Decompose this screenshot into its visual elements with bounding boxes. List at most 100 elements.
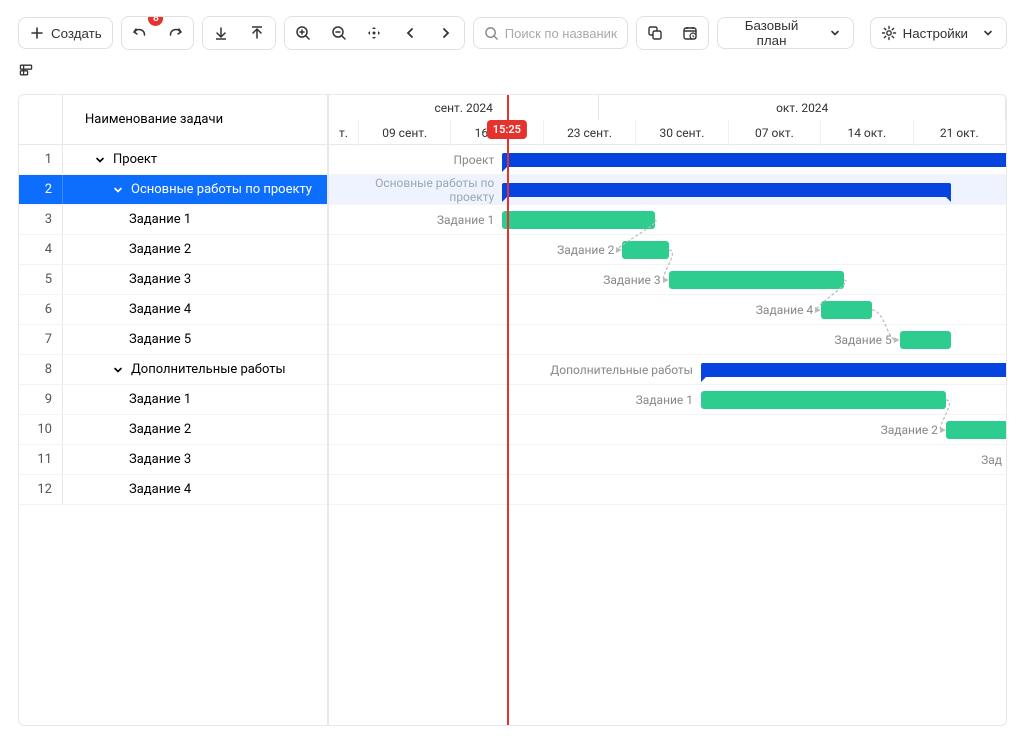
bar-label: Задание 2: [557, 243, 614, 257]
summary-bar[interactable]: [701, 363, 1006, 377]
calendar-icon: [682, 25, 698, 41]
outdent-button[interactable]: [203, 17, 239, 49]
task-name-cell[interactable]: Задание 3: [63, 445, 327, 474]
day-cell: 23 сент.: [544, 120, 636, 145]
fit-button[interactable]: [356, 17, 392, 49]
task-row[interactable]: 5Задание 3: [19, 265, 327, 295]
day-cell: 07 окт.: [729, 120, 821, 145]
expand-toggle[interactable]: [111, 183, 125, 197]
task-bar[interactable]: [622, 241, 668, 259]
calendar-button[interactable]: [673, 17, 709, 49]
next-button[interactable]: [428, 17, 464, 49]
timeline-row[interactable]: Задание 2: [329, 415, 1006, 445]
task-bar[interactable]: [946, 421, 1006, 439]
gear-icon: [881, 25, 897, 41]
task-label: Проект: [113, 152, 157, 167]
redo-button[interactable]: [157, 17, 193, 49]
task-row[interactable]: 9Задание 1: [19, 385, 327, 415]
task-row[interactable]: 7Задание 5: [19, 325, 327, 355]
indent-button[interactable]: [239, 17, 275, 49]
task-name-cell[interactable]: Задание 1: [63, 385, 327, 414]
task-name-cell[interactable]: Задание 3: [63, 265, 327, 294]
timeline-row[interactable]: Задание 4: [329, 475, 1006, 505]
toolbar: Создать 8: [0, 0, 1025, 58]
layers-icon[interactable]: [18, 62, 34, 78]
bar-label: Задание 4: [756, 303, 813, 317]
timeline-row[interactable]: Дополнительные работы: [329, 355, 1006, 385]
task-name-cell[interactable]: Задание 2: [63, 415, 327, 444]
timeline-row[interactable]: Задание 1: [329, 385, 1006, 415]
task-label: Задание 2: [129, 242, 191, 257]
task-row[interactable]: 10Задание 2: [19, 415, 327, 445]
baseline-button[interactable]: Базовый план: [717, 17, 853, 49]
task-row[interactable]: 6Задание 4: [19, 295, 327, 325]
create-button[interactable]: Создать: [18, 17, 113, 49]
task-name-cell[interactable]: Задание 4: [63, 295, 327, 324]
task-row[interactable]: 4Задание 2: [19, 235, 327, 265]
layout-button[interactable]: [637, 17, 673, 49]
task-bar[interactable]: [900, 331, 951, 349]
task-name-cell[interactable]: Задание 1: [63, 205, 327, 234]
search-field[interactable]: [473, 17, 628, 49]
task-name-cell[interactable]: Проект: [63, 145, 327, 174]
month-cell: окт. 2024: [599, 95, 1006, 120]
task-name-cell[interactable]: Дополнительные работы: [63, 355, 327, 384]
task-name-cell[interactable]: Задание 4: [63, 475, 327, 504]
timeline-row[interactable]: Задание 2: [329, 235, 1006, 265]
timeline-row[interactable]: Задание 3: [329, 265, 1006, 295]
bar-label: Задание 5: [834, 333, 891, 347]
task-label: Задание 4: [129, 482, 191, 497]
gantt-timeline[interactable]: сент. 2024окт. 2024 т.09 сент.16 сент.23…: [329, 95, 1006, 725]
task-row[interactable]: 12Задание 4: [19, 475, 327, 505]
timeline-row[interactable]: Задание 1: [329, 205, 1006, 235]
redo-icon: [167, 25, 183, 41]
chevron-right-icon: [438, 25, 454, 41]
row-number: 9: [19, 385, 63, 414]
timeline-row[interactable]: Задание 5: [329, 325, 1006, 355]
timeline-row[interactable]: Задание 4: [329, 295, 1006, 325]
gantt-view: Наименование задачи 1Проект2Основные раб…: [18, 94, 1007, 726]
plus-icon: [29, 25, 45, 41]
bar-label-right: Зад: [981, 453, 1002, 467]
summary-bar[interactable]: [502, 183, 950, 197]
task-table: Наименование задачи 1Проект2Основные раб…: [19, 95, 329, 725]
day-cell: 21 окт.: [914, 120, 1006, 145]
timeline-row[interactable]: Проект: [329, 145, 1006, 175]
task-label: Задание 3: [129, 272, 191, 287]
undo-redo-group: 8: [121, 16, 195, 50]
zoom-in-button[interactable]: [285, 17, 321, 49]
task-name-cell[interactable]: Задание 2: [63, 235, 327, 264]
task-row[interactable]: 8Дополнительные работы: [19, 355, 327, 385]
task-row[interactable]: 3Задание 1: [19, 205, 327, 235]
zoom-out-button[interactable]: [321, 17, 357, 49]
task-row[interactable]: 1Проект: [19, 145, 327, 175]
timeline-body[interactable]: ПроектОсновные работы по проекту Задание …: [329, 145, 1006, 505]
day-cell: 09 сент.: [359, 120, 451, 145]
search-input[interactable]: [505, 26, 617, 41]
task-row[interactable]: 11Задание 3: [19, 445, 327, 475]
task-bar[interactable]: [701, 391, 946, 409]
settings-button[interactable]: Настройки: [870, 17, 1007, 49]
timeline-row[interactable]: Задание 3Зад: [329, 445, 1006, 475]
prev-button[interactable]: [392, 17, 428, 49]
expand-toggle[interactable]: [93, 153, 107, 167]
bar-label: Задание 1: [437, 213, 494, 227]
summary-bar[interactable]: [502, 153, 1006, 167]
create-label: Создать: [51, 26, 102, 41]
task-name-cell[interactable]: Основные работы по проекту: [63, 175, 327, 204]
task-label: Задание 2: [129, 422, 191, 437]
settings-label: Настройки: [903, 26, 968, 41]
chevron-down-icon: [827, 25, 843, 41]
timeline-row[interactable]: Основные работы по проекту: [329, 175, 1006, 205]
expand-toggle[interactable]: [111, 363, 125, 377]
task-row[interactable]: 2Основные работы по проекту: [19, 175, 327, 205]
undo-button[interactable]: 8: [122, 17, 158, 49]
task-bar[interactable]: [502, 211, 655, 229]
task-label: Дополнительные работы: [131, 362, 286, 377]
baseline-label: Базовый план: [728, 18, 814, 48]
task-bar[interactable]: [669, 271, 845, 289]
task-name-cell[interactable]: Задание 5: [63, 325, 327, 354]
task-bar[interactable]: [821, 301, 872, 319]
task-label: Задание 4: [129, 302, 191, 317]
current-time-tag: 15:25: [487, 120, 527, 139]
